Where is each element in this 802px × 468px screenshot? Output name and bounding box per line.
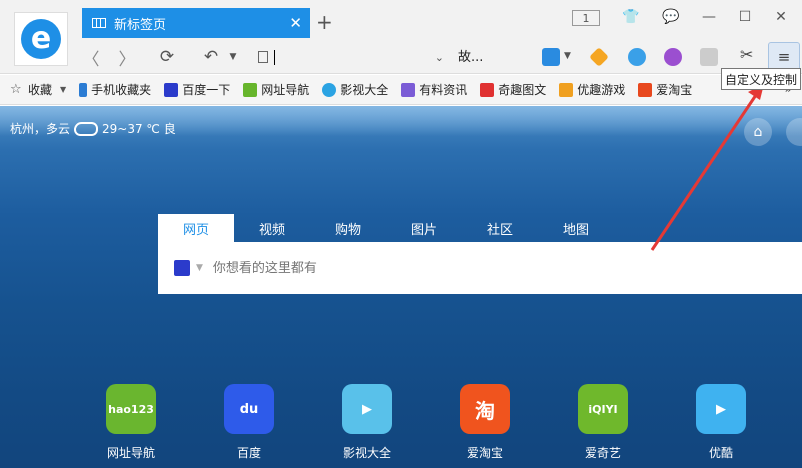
video-icon (322, 82, 337, 97)
game-controller-icon[interactable] (664, 48, 682, 66)
title-bar: 新标签页 ✕ + 1 👕 💬 — ☐ ✕ (0, 0, 802, 40)
undo-close-button[interactable]: ↶ (200, 46, 222, 68)
shortcut-item[interactable]: ▶ 优酷 (662, 384, 780, 461)
video-app-icon: ▶ (342, 384, 392, 434)
hao123-icon (243, 82, 258, 97)
phone-icon (79, 82, 88, 97)
star-icon: ☆ (10, 81, 22, 97)
new-tab-button[interactable]: + (316, 10, 333, 34)
search-engine-box[interactable]: 故... (458, 46, 483, 65)
address-dropdown-icon[interactable]: ⌄ (435, 51, 444, 64)
minimize-button[interactable]: — (698, 6, 720, 28)
page-icon (258, 51, 268, 63)
tab-count-button[interactable]: 1 (572, 10, 600, 26)
undo-dropdown-icon[interactable]: ▼ (222, 46, 244, 68)
taobao-app-icon: 淘 (460, 384, 510, 434)
tab-web[interactable]: 网页 (158, 214, 234, 242)
baidu-paw-icon (164, 82, 179, 97)
weather-widget[interactable]: 杭州，多云 29~37 ℃ 良 (10, 120, 176, 137)
refresh-button[interactable]: ⟳ (156, 46, 178, 68)
address-bar[interactable]: ⌄ (248, 44, 454, 70)
new-tab-page: 杭州，多云 29~37 ℃ 良 ⌂ 网页 视频 购物 图片 社区 地图 ▼ ha… (0, 106, 802, 468)
text-caret (274, 49, 275, 65)
bookmark-item[interactable]: 奇趣图文 (480, 81, 546, 98)
back-button[interactable]: 〈 (80, 46, 102, 70)
shortcut-item[interactable]: hao123 网址导航 (72, 384, 190, 461)
navigation-toolbar: 〈 〉 ⟳ ↶ ▼ ⌄ 故... ▼ ✂ ≡ (0, 40, 802, 74)
baidu-paw-icon[interactable] (174, 260, 190, 276)
hao123-icon: hao123 (106, 384, 156, 434)
bookmark-item[interactable]: 优趣游戏 (559, 81, 625, 98)
bookmark-item[interactable]: 爱淘宝 (638, 81, 692, 98)
grid-icon (92, 18, 106, 28)
tab-images[interactable]: 图片 (386, 214, 462, 242)
apps-icon[interactable] (786, 118, 802, 146)
close-window-button[interactable]: ✕ (770, 6, 792, 28)
close-tab-icon[interactable]: ✕ (289, 14, 302, 32)
iqiyi-icon: iQIYI (578, 384, 628, 434)
shortcuts-grid: hao123 网址导航 du 百度 ▶ 影视大全 淘 爱淘宝 iQIYI 爱奇艺… (72, 384, 802, 461)
favorites-diamond-icon[interactable] (589, 47, 609, 67)
bookmark-item[interactable]: ☆ 收藏 ▼ (10, 81, 66, 98)
fun-icon (480, 82, 495, 97)
tooltip: 自定义及控制 (721, 68, 801, 90)
maximize-button[interactable]: ☐ (734, 6, 756, 28)
feedback-icon[interactable]: 💬 (660, 6, 682, 28)
apps-grid-icon[interactable] (542, 48, 560, 66)
youku-icon: ▶ (696, 384, 746, 434)
taobao-icon (638, 82, 653, 97)
bookmark-item[interactable]: 网址导航 (243, 81, 309, 98)
search-input[interactable] (212, 260, 613, 276)
tab-community[interactable]: 社区 (462, 214, 538, 242)
engine-dropdown-icon[interactable]: ▼ (196, 263, 203, 273)
e-logo-icon: e (21, 19, 61, 59)
bookmark-item[interactable]: 百度一下 (164, 81, 230, 98)
skin-shirt-icon[interactable]: 👕 (620, 6, 642, 28)
news-icon (401, 82, 416, 97)
search-box: ▼ (158, 242, 802, 294)
tab-map[interactable]: 地图 (538, 214, 614, 242)
game-icon (559, 82, 574, 97)
weather-city: 杭州，多云 (10, 122, 71, 136)
baidu-icon: du (224, 384, 274, 434)
tab-new-tab[interactable]: 新标签页 ✕ (82, 8, 310, 38)
bookmark-item[interactable]: 影视大全 (322, 81, 388, 98)
weather-temp: 29~37 ℃ 良 (102, 122, 176, 136)
tab-video[interactable]: 视频 (234, 214, 310, 242)
shortcut-item[interactable]: ▶ 影视大全 (308, 384, 426, 461)
shortcut-item[interactable]: 淘 爱淘宝 (426, 384, 544, 461)
scissors-icon[interactable]: ✂ (740, 45, 758, 64)
shortcut-item[interactable]: 奇趣 (780, 384, 802, 461)
chevron-down-icon[interactable]: ▼ (60, 85, 66, 94)
bookmark-item[interactable]: 手机收藏夹 (79, 81, 151, 98)
bookmark-item[interactable]: 有料资讯 (401, 81, 467, 98)
apps-dropdown-icon[interactable]: ▼ (564, 51, 582, 69)
browser-logo[interactable]: e (14, 12, 68, 66)
forward-button[interactable]: 〉 (116, 46, 138, 70)
tab-title: 新标签页 (114, 17, 167, 33)
image-icon[interactable] (700, 48, 718, 66)
search-tabs: 网页 视频 购物 图片 社区 地图 (158, 214, 614, 242)
bird-icon[interactable] (628, 48, 646, 66)
shortcut-item[interactable]: iQIYI 爱奇艺 (544, 384, 662, 461)
bookmarks-bar: ☆ 收藏 ▼ 手机收藏夹 百度一下 网址导航 影视大全 有料资讯 奇趣图文 优趣游戏… (0, 75, 802, 105)
home-icon[interactable]: ⌂ (744, 118, 772, 146)
cloud-icon (74, 121, 99, 136)
shortcut-item[interactable]: du 百度 (190, 384, 308, 461)
tab-shopping[interactable]: 购物 (310, 214, 386, 242)
